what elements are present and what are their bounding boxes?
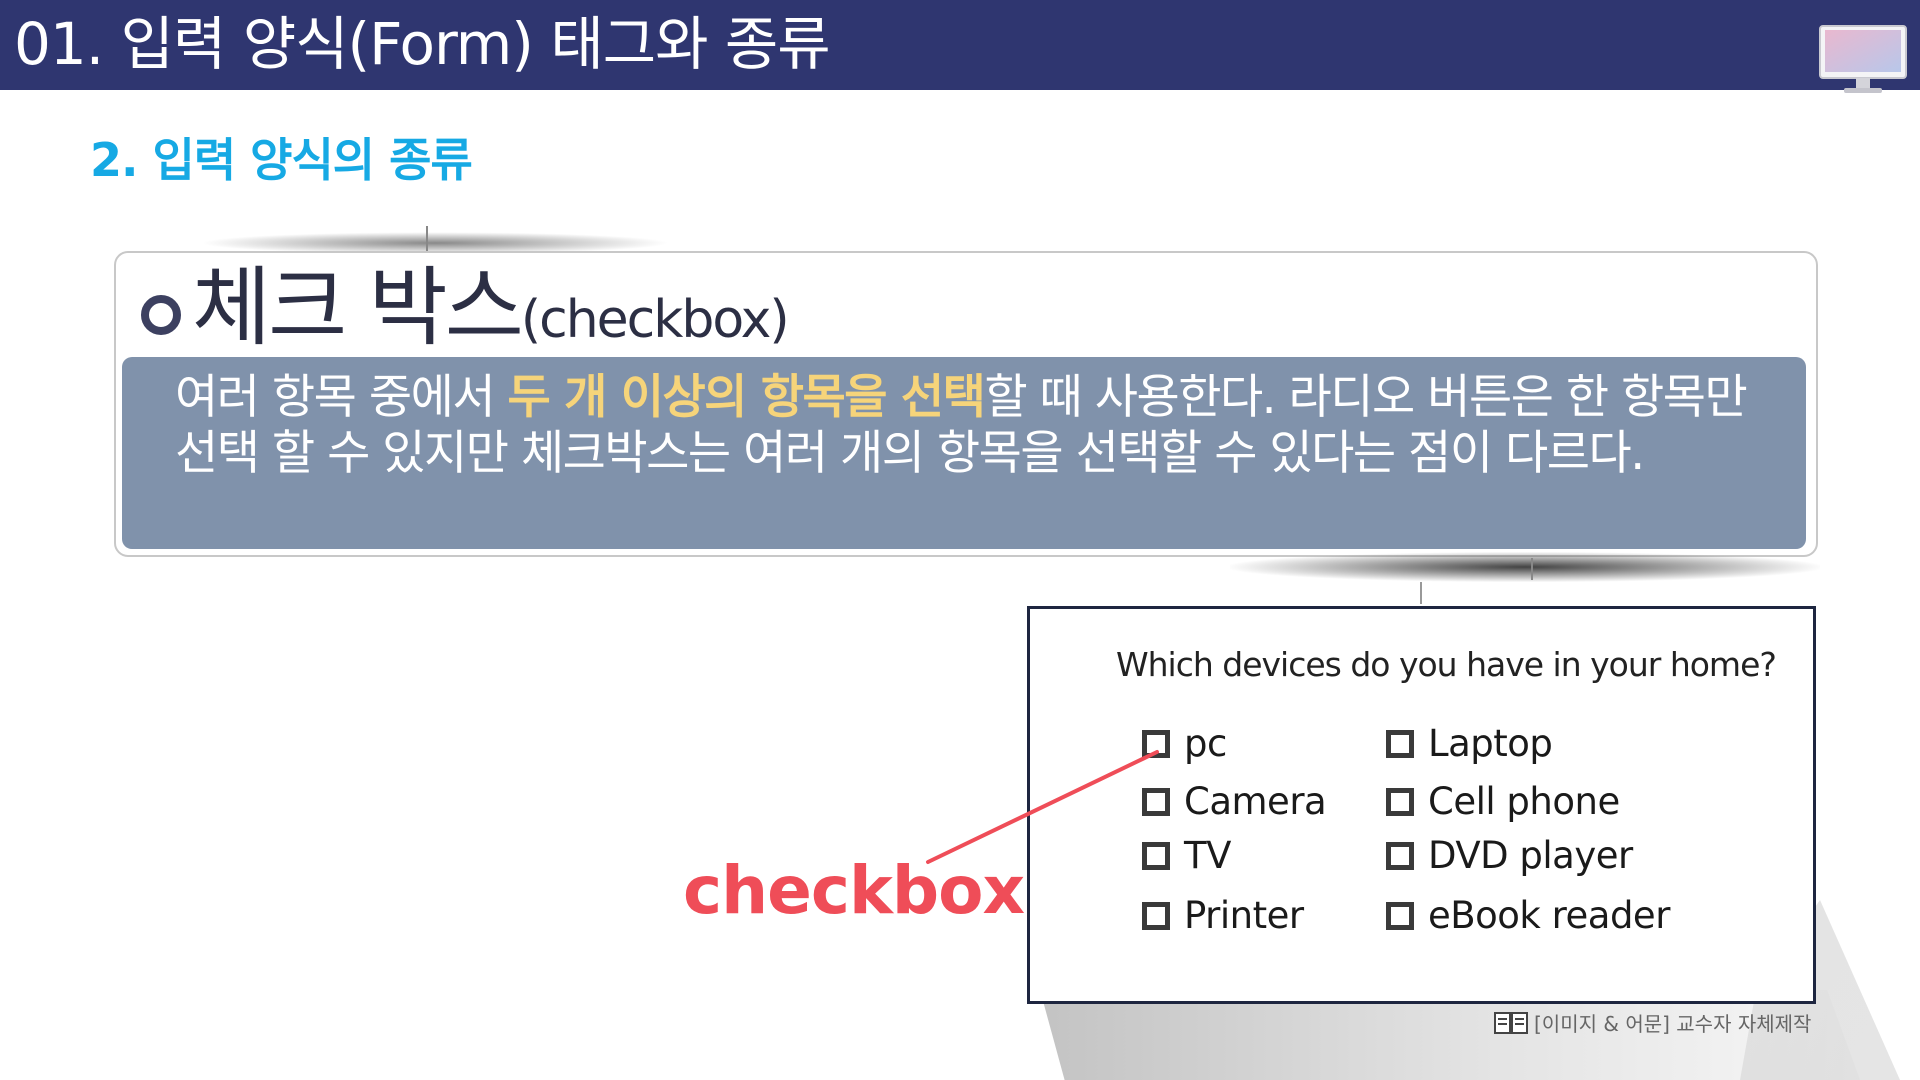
option-label: pc <box>1184 722 1227 765</box>
image-credit: [이미지 & 어문] 교수자 자체제작 <box>1494 1008 1811 1037</box>
checkbox-camera[interactable] <box>1142 787 1170 816</box>
option-label: DVD player <box>1428 834 1633 877</box>
checkbox-laptop[interactable] <box>1386 729 1414 758</box>
option-laptop: Laptop <box>1386 722 1553 765</box>
card-bottom-shadow <box>1230 552 1820 582</box>
option-tv: TV <box>1142 834 1231 877</box>
desc-before: 여러 항목 중에서 <box>175 370 508 425</box>
option-cell-phone: Cell phone <box>1386 780 1620 823</box>
checkbox-printer[interactable] <box>1142 901 1170 930</box>
option-label: Cell phone <box>1428 780 1620 823</box>
checkbox-pc[interactable] <box>1142 729 1170 758</box>
card-heading: 체크 박스(checkbox) <box>192 258 790 358</box>
monitor-icon <box>1819 25 1907 93</box>
option-printer: Printer <box>1142 894 1304 937</box>
desc-highlight: 두 개 이상의 항목을 선택 <box>507 370 986 425</box>
page-title: 01. 입력 양식(Form) 태그와 종류 <box>14 10 831 78</box>
shadow-divider <box>1531 558 1533 580</box>
credit-text: [이미지 & 어문] 교수자 자체제작 <box>1534 1012 1812 1036</box>
heading-english: (checkbox) <box>520 290 790 350</box>
bullet-circle-icon <box>141 295 181 335</box>
description-text: 여러 항목 중에서 두 개 이상의 항목을 선택할 때 사용한다. 라디오 버튼… <box>175 370 1795 482</box>
shadow-divider <box>426 226 428 252</box>
option-ebook-reader: eBook reader <box>1386 894 1670 937</box>
option-label: Printer <box>1184 894 1304 937</box>
option-label: TV <box>1184 834 1231 877</box>
checkbox-dvd-player[interactable] <box>1386 841 1414 870</box>
option-label: Laptop <box>1428 722 1553 765</box>
checkbox-ebook-reader[interactable] <box>1386 901 1414 930</box>
checkbox-cell-phone[interactable] <box>1386 787 1414 816</box>
option-pc: pc <box>1142 722 1227 765</box>
checkbox-tv[interactable] <box>1142 841 1170 870</box>
option-camera: Camera <box>1142 780 1327 823</box>
section-title: 2. 입력 양식의 종류 <box>90 133 473 187</box>
option-label: eBook reader <box>1428 894 1670 937</box>
heading-korean: 체크 박스 <box>192 258 524 358</box>
option-dvd-player: DVD player <box>1386 834 1633 877</box>
option-label: Camera <box>1184 780 1327 823</box>
example-question: Which devices do you have in your home? <box>1116 645 1777 684</box>
book-icon <box>1494 1011 1528 1034</box>
shadow-divider <box>1420 582 1422 604</box>
annotation-label: checkbox <box>683 852 1025 929</box>
